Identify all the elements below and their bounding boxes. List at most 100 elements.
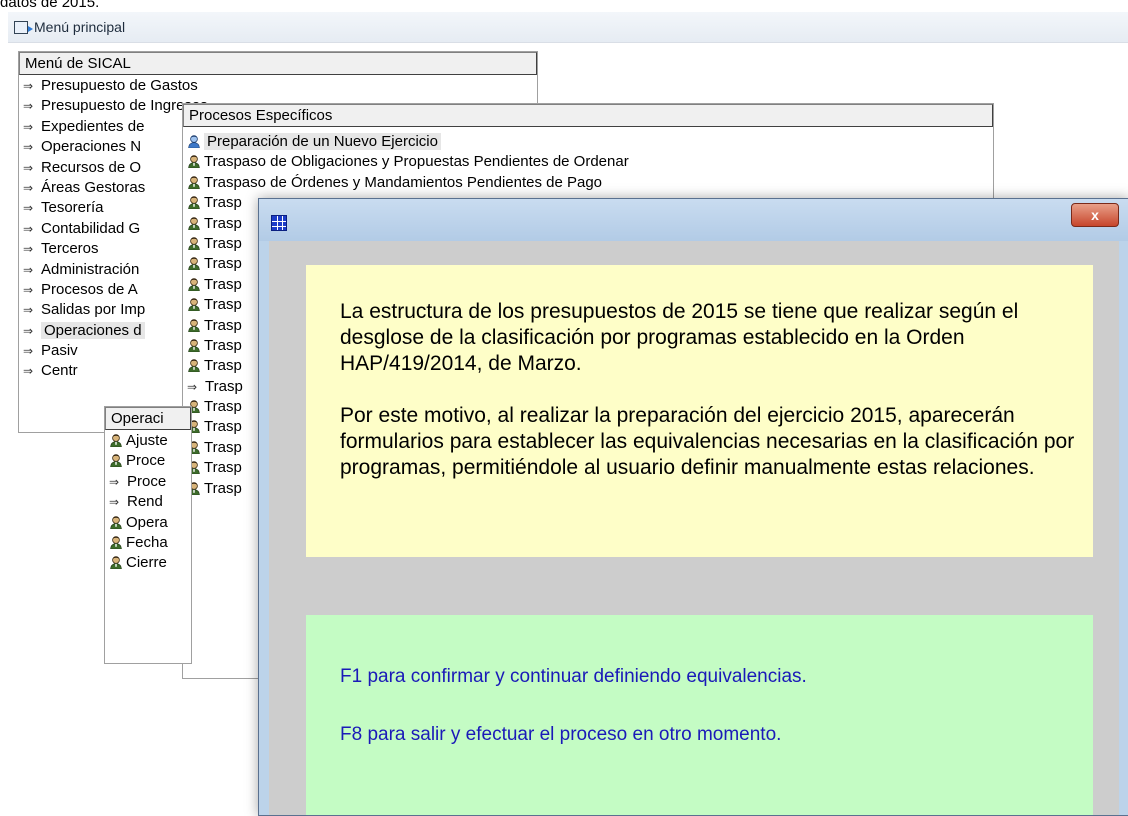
f8-exit-instruction: F8 para salir y efectuar el proceso en o… <box>340 724 782 745</box>
person-icon <box>187 277 201 291</box>
arrow-icon: ⇒ <box>23 201 34 216</box>
main-menu-item-label: Procesos de A <box>41 280 138 298</box>
procesos-menu-item-label: Trasp <box>204 459 242 477</box>
main-menu-item-label: Expedientes de <box>41 117 145 135</box>
arrow-icon: ⇒ <box>23 99 34 114</box>
operaciones-menu-panel: Operaci Ajuste Proce ⇒ Proce ⇒ Rend Opera Fecha… <box>104 406 192 664</box>
top-caption: datos de 2015. <box>0 0 100 11</box>
procesos-menu-item-label: Trasp <box>204 357 242 375</box>
procesos-menu-item-label: Traspaso de Órdenes y Mandamientos Pendi… <box>204 173 603 191</box>
main-menu-item-label: Operaciones d <box>41 321 145 339</box>
person-icon <box>187 338 201 352</box>
person-icon <box>187 216 201 230</box>
main-menu-item-label: Operaciones N <box>41 138 142 156</box>
person-icon <box>187 256 201 271</box>
person-icon <box>187 134 201 148</box>
main-titlebar[interactable]: Menú principal <box>8 12 1128 43</box>
procesos-menu-item[interactable]: Traspaso de Obligaciones y Propuestas Pe… <box>183 152 993 172</box>
arrow-icon: ⇒ <box>187 379 198 394</box>
arrow-icon: ⇒ <box>23 221 34 236</box>
procesos-menu-item-label: Preparación de un Nuevo Ejercicio <box>204 133 441 150</box>
arrow-icon: ⇒ <box>23 160 34 175</box>
preparation-dialog: x La estructura de los presupuestos de 2… <box>258 198 1128 816</box>
arrow-icon: ⇒ <box>23 282 34 297</box>
procesos-menu-item[interactable]: Traspaso de Órdenes y Mandamientos Pendi… <box>183 173 993 193</box>
arrow-icon: ⇒ <box>23 262 34 277</box>
procesos-menu-item-label: Traspaso de Obligaciones y Propuestas Pe… <box>204 153 629 171</box>
arrow-icon: ⇒ <box>23 364 34 379</box>
operaciones-menu-list: Ajuste Proce ⇒ Proce ⇒ Rend Opera Fecha Cierre <box>105 431 191 574</box>
operaciones-menu-header: Operaci <box>105 407 191 430</box>
procesos-menu-item-label: Trasp <box>204 479 242 497</box>
arrow-icon: ⇒ <box>23 344 34 359</box>
main-menu-item-label: Pasiv <box>41 342 78 360</box>
procesos-menu-item-label: Trasp <box>204 194 242 212</box>
app-menu-icon[interactable] <box>14 21 33 34</box>
procesos-menu-item-label: Trasp <box>204 316 242 334</box>
person-icon <box>109 515 123 529</box>
operaciones-menu-item[interactable]: Proce <box>105 451 191 471</box>
procesos-menu-header: Procesos Específicos <box>183 104 993 127</box>
person-icon <box>187 318 201 332</box>
arrow-icon: ⇒ <box>23 303 34 318</box>
person-icon <box>109 433 123 447</box>
main-menu-item-label: Centr <box>41 362 78 380</box>
arrow-icon: ⇒ <box>23 242 34 257</box>
window-title: Menú principal <box>34 19 126 35</box>
operaciones-menu-item[interactable]: Opera <box>105 513 191 533</box>
procesos-menu-item-label: Trasp <box>204 438 242 456</box>
f1-confirm-instruction: F1 para confirmar y continuar definiendo… <box>340 666 807 687</box>
operaciones-menu-item-label: Cierre <box>126 554 167 572</box>
info-message-box: La estructura de los presupuestos de 201… <box>306 265 1093 557</box>
procesos-menu-item-label: Trasp <box>204 255 242 273</box>
grid-icon <box>271 215 287 231</box>
main-menu-item-label: Tesorería <box>41 199 104 217</box>
main-menu-item-label: Contabilidad G <box>41 219 141 237</box>
procesos-menu-item[interactable]: Preparación de un Nuevo Ejercicio <box>183 132 993 152</box>
arrow-icon: ⇒ <box>23 180 34 195</box>
arrow-icon: ⇒ <box>23 79 34 93</box>
info-paragraph-1: La estructura de los presupuestos de 201… <box>340 300 1019 375</box>
arrow-icon: ⇒ <box>23 140 34 155</box>
info-paragraph-2: Por este motivo, al realizar la preparac… <box>340 404 1075 479</box>
operaciones-menu-item[interactable]: ⇒ Rend <box>105 492 191 512</box>
procesos-menu-item-label: Trasp <box>205 377 243 395</box>
person-icon <box>109 555 123 570</box>
main-menu-item-label: Terceros <box>41 240 99 258</box>
procesos-menu-item-label: Trasp <box>204 275 242 293</box>
operaciones-menu-item-label: Proce <box>126 452 166 470</box>
main-menu-item-label: Presupuesto de Gastos <box>41 77 198 94</box>
main-menu-item-label: Salidas por Imp <box>41 301 146 319</box>
operaciones-menu-item-label: Fecha <box>126 533 168 551</box>
person-icon <box>109 535 123 549</box>
main-menu-header: Menú de SICAL <box>19 52 537 75</box>
procesos-menu-item-label: Trasp <box>204 234 242 252</box>
procesos-menu-item-label: Trasp <box>204 296 242 314</box>
procesos-menu-item-label: Trasp <box>204 214 242 232</box>
operaciones-menu-item[interactable]: Ajuste <box>105 431 191 451</box>
person-icon <box>187 297 201 312</box>
dialog-titlebar[interactable]: x <box>259 199 1128 241</box>
operaciones-menu-item-label: Ajuste <box>126 432 168 449</box>
person-icon <box>187 358 201 373</box>
procesos-menu-item-label: Trasp <box>204 336 242 354</box>
arrow-icon: ⇒ <box>23 119 34 134</box>
operaciones-menu-item-label: Opera <box>126 513 168 531</box>
main-menu-item[interactable]: ⇒ Presupuesto de Gastos <box>19 76 537 96</box>
dialog-body: La estructura de los presupuestos de 201… <box>269 241 1119 815</box>
close-button[interactable]: x <box>1071 203 1119 227</box>
main-menu-item-label: Administración <box>41 260 140 278</box>
operaciones-menu-item[interactable]: ⇒ Proce <box>105 472 191 492</box>
main-menu-item-label: Áreas Gestoras <box>41 178 146 196</box>
person-icon <box>187 236 201 250</box>
operaciones-menu-item-label: Proce <box>127 472 167 490</box>
person-icon <box>187 175 201 189</box>
operaciones-menu-item-label: Rend <box>127 493 163 511</box>
action-message-box: F1 para confirmar y continuar definiendo… <box>306 615 1093 815</box>
operaciones-menu-item[interactable]: Cierre <box>105 553 191 573</box>
procesos-menu-item-label: Trasp <box>204 398 242 416</box>
person-icon <box>109 453 123 468</box>
arrow-icon: ⇒ <box>23 323 34 338</box>
operaciones-menu-item[interactable]: Fecha <box>105 533 191 553</box>
main-menu-item-label: Recursos de O <box>41 158 142 176</box>
